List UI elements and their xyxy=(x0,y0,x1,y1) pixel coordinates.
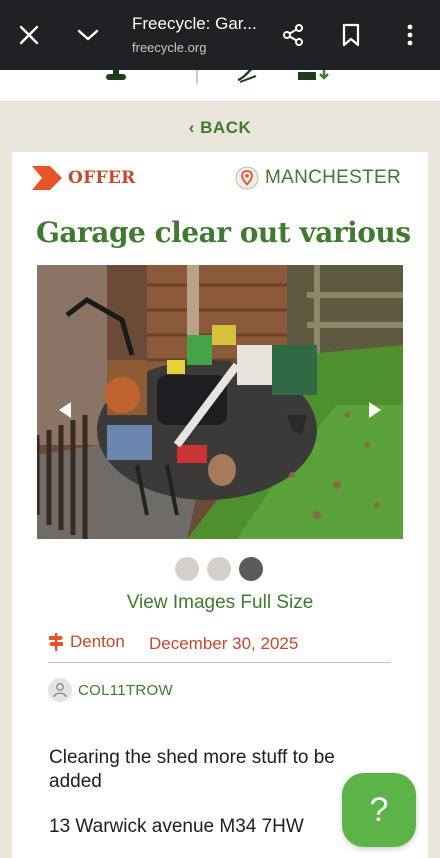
share-icon[interactable] xyxy=(276,18,310,52)
browser-toolbar: Freecycle: Gar... freecycle.org xyxy=(0,0,440,70)
location-link[interactable]: MANCHESTER xyxy=(235,166,401,190)
location-label: MANCHESTER xyxy=(264,167,401,188)
post-photo[interactable] xyxy=(37,265,403,539)
post-area-label: Denton xyxy=(70,632,125,651)
post-address: 13 Warwick avenue M34 7HW xyxy=(49,816,304,837)
map-pin-icon xyxy=(235,166,259,190)
avatar xyxy=(48,678,72,702)
previous-image-arrow[interactable] xyxy=(59,402,71,418)
give-icon[interactable] xyxy=(104,70,130,84)
post-type-label: OFFER xyxy=(68,168,136,188)
image-dot-3-active[interactable] xyxy=(239,557,263,581)
post-description: Clearing the shed more stuff to be added xyxy=(49,747,335,792)
post-title: Garage clear out various xyxy=(36,216,411,249)
user-icon xyxy=(53,683,67,698)
image-dot-1[interactable] xyxy=(175,557,199,581)
post-type-badge: OFFER xyxy=(32,166,136,190)
author-name: COL11TROW xyxy=(78,681,173,699)
view-images-full-size-link[interactable]: View Images Full Size xyxy=(12,592,428,614)
image-dot-2[interactable] xyxy=(207,557,231,581)
more-vert-icon[interactable] xyxy=(393,18,427,52)
post-date: December 30, 2025 xyxy=(149,634,299,653)
help-button[interactable]: ? xyxy=(342,773,416,847)
post-area: Denton xyxy=(48,632,125,652)
header-divider xyxy=(196,70,198,84)
help-question-icon: ? xyxy=(369,790,389,829)
bookmark-icon[interactable] xyxy=(334,18,368,52)
signpost-icon xyxy=(49,633,63,651)
post-author[interactable]: COL11TROW xyxy=(48,678,173,702)
garage-items-photo xyxy=(37,265,403,539)
chevron-down-icon[interactable] xyxy=(71,18,105,52)
post-card: OFFER MANCHESTER Garage clear out variou… xyxy=(12,152,428,858)
offer-arrow-icon xyxy=(32,166,62,190)
close-icon[interactable] xyxy=(12,18,46,52)
image-pagination xyxy=(175,557,263,581)
next-image-arrow[interactable] xyxy=(369,402,381,418)
page-title: Freecycle: Gar... xyxy=(132,14,257,33)
back-link[interactable]: ‹ BACK xyxy=(0,118,440,138)
page-url: freecycle.org xyxy=(132,40,207,55)
request-icon[interactable] xyxy=(296,70,336,84)
edit-icon[interactable] xyxy=(236,70,260,84)
meta-divider xyxy=(48,662,391,663)
site-header xyxy=(0,70,440,102)
